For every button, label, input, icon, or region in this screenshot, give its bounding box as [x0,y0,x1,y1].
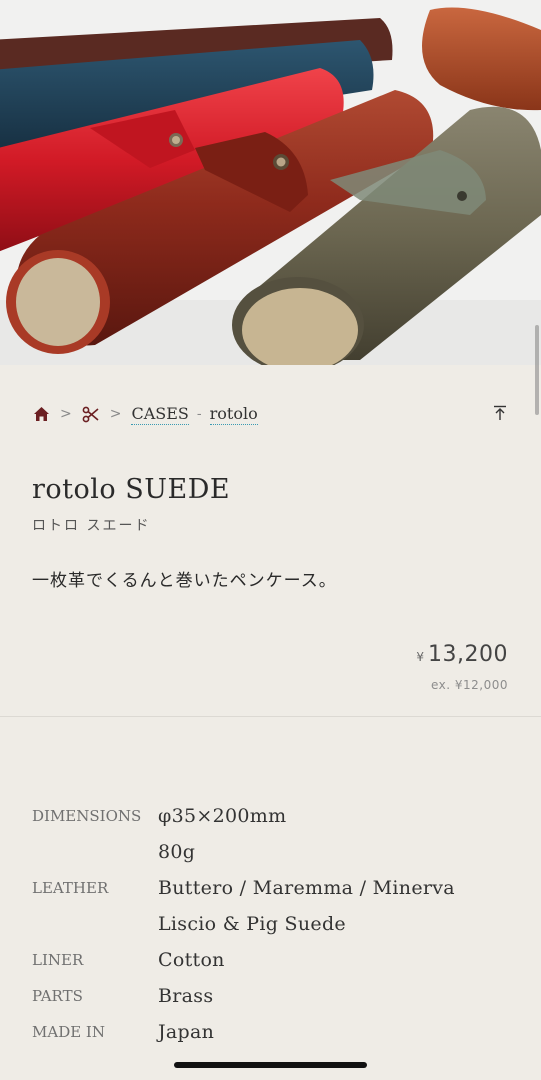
arrow-to-top-icon[interactable] [491,404,509,422]
spec-label: PARTS [32,987,83,1005]
breadcrumb-link-rotolo[interactable]: rotolo [209,404,258,425]
scroll-indicator[interactable] [535,325,539,415]
breadcrumb-separator: > [109,406,122,422]
home-indicator[interactable] [174,1062,367,1068]
scissors-icon[interactable] [82,405,100,423]
spec-label: MADE IN [32,1023,105,1041]
spec-table: DIMENSIONS φ35×200mm 80g LEATHER Buttero… [32,798,521,1050]
spec-row-parts: PARTS Brass [32,978,521,1014]
spec-value: Cotton [158,949,225,971]
product-title: rotolo SUEDE [32,474,231,505]
spec-value: Brass [158,985,214,1007]
spec-row-made-in: MADE IN Japan [32,1014,521,1050]
breadcrumb: > > CASES - rotolo [32,402,509,426]
spec-row-leather: LEATHER Buttero / Maremma / Minerva Lisc… [32,870,521,942]
price-currency: ¥ [416,650,425,664]
spec-value: φ35×200mm [158,805,287,827]
home-icon[interactable] [32,405,50,423]
price-excluding-tax: ex. ¥12,000 [430,678,508,692]
breadcrumb-dash: - [196,406,202,422]
spec-row-dimensions: DIMENSIONS φ35×200mm 80g [32,798,521,870]
spec-value: Buttero / Maremma / Minerva [158,877,455,899]
section-divider [0,716,541,717]
product-hero-image [0,0,541,365]
product-price: ¥ 13,200 [416,642,508,667]
spec-row-liner: LINER Cotton [32,942,521,978]
spec-value: Liscio & Pig Suede [158,913,346,935]
leather-rolls-illustration [0,0,541,365]
breadcrumb-separator: > [60,406,72,422]
spec-label: LEATHER [32,879,109,897]
spec-value: 80g [158,841,196,863]
breadcrumb-link-cases[interactable]: CASES [131,404,189,425]
product-description: 一枚革でくるんと巻いたペンケース。 [32,571,337,591]
product-title-kana: ロトロ スエード [32,518,151,534]
price-amount: 13,200 [428,642,508,667]
spec-value: Japan [158,1021,215,1043]
spec-label: DIMENSIONS [32,807,142,825]
spec-label: LINER [32,951,84,969]
